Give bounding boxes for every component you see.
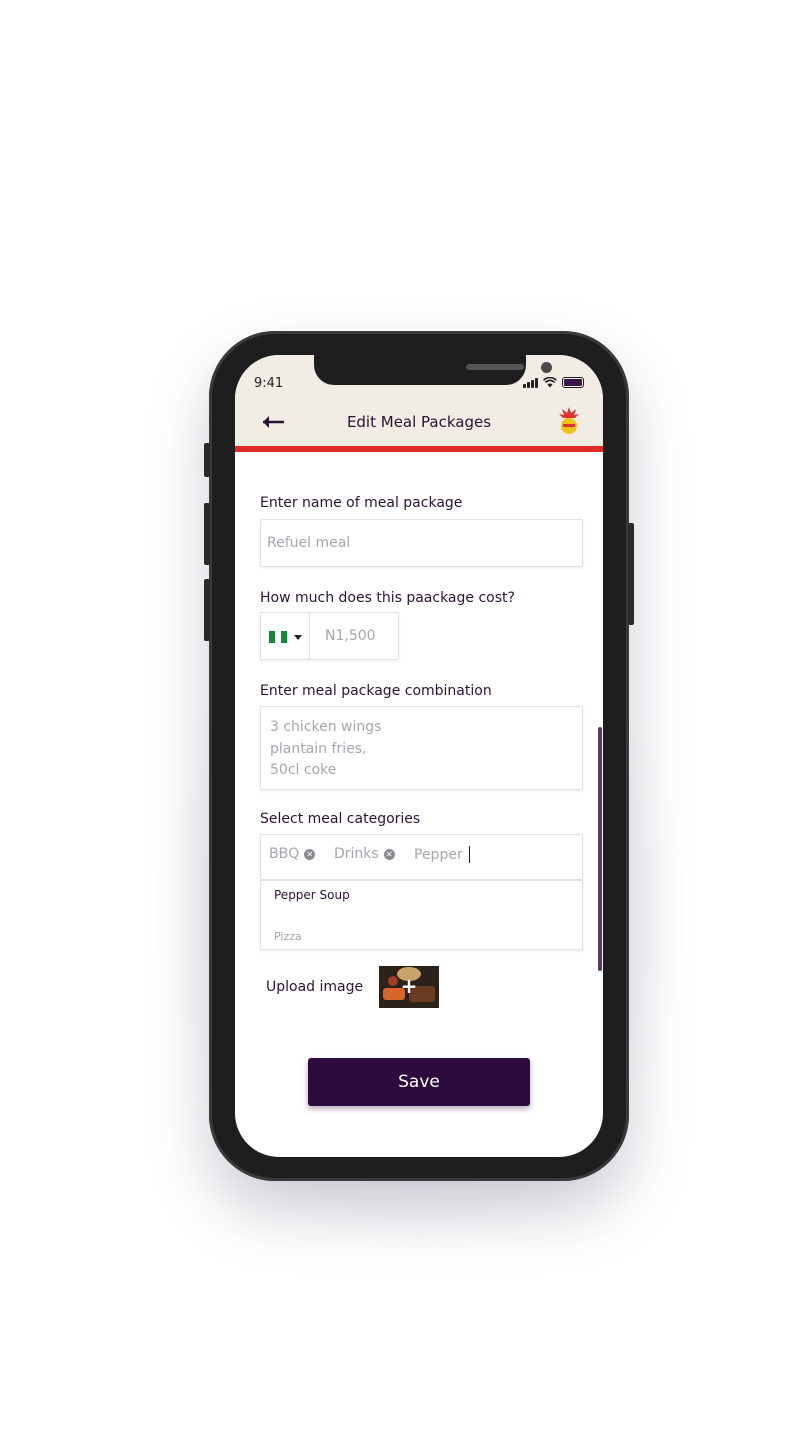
nigeria-flag-icon [269,631,287,643]
combination-line: 3 chicken wings [270,719,382,735]
status-icons [523,377,584,388]
cost-label: How much does this paackage cost? [260,590,515,606]
category-chip-drinks: Drinks ✕ [334,846,395,862]
chevron-down-icon [294,635,302,640]
upload-image-label: Upload image [266,979,364,995]
combination-textarea[interactable]: 3 chicken wings plantain fries, 50cl cok… [260,706,583,790]
speaker [466,364,524,370]
cost-placeholder: N1,500 [325,628,376,644]
add-image-icon: + [400,974,418,998]
notch [314,355,552,385]
text-cursor [468,846,470,863]
phone-screen: 9:41 Edit Meal Packages Enter name of me… [235,355,603,1157]
meal-name-input[interactable]: Refuel meal [260,519,583,567]
suggestion-pepper-soup[interactable]: Pepper Soup [274,888,350,902]
combination-label: Enter meal package combination [260,683,492,699]
remove-chip-icon[interactable]: ✕ [383,848,395,860]
battery-icon [562,377,584,388]
category-chip-bbq: BBQ ✕ [269,846,316,862]
mute-switch [204,443,210,477]
scrollbar[interactable] [598,727,602,971]
status-time: 9:41 [254,376,284,391]
volume-down-button [204,579,210,641]
cost-input[interactable]: N1,500 [309,612,399,660]
categories-label: Select meal categories [260,811,421,827]
meal-name-placeholder: Refuel meal [267,535,351,551]
currency-selector[interactable] [260,612,310,660]
meal-name-label: Enter name of meal package [260,495,463,511]
combination-line: plantain fries, [270,740,367,757]
remove-chip-icon[interactable]: ✕ [304,848,316,860]
header-divider [235,446,603,452]
combination-placeholder: 3 chicken wings plantain fries, 50cl cok… [270,717,381,782]
power-button [628,523,634,625]
camera [541,362,552,373]
wifi-icon [543,377,557,388]
combination-line: 50cl coke [270,762,337,778]
brand-logo-icon [559,407,579,434]
chip-label: Drinks [334,846,379,862]
signal-icon [523,377,538,388]
category-suggestions: Pepper Soup Pizza [260,880,583,950]
page-title: Edit Meal Packages [346,413,492,431]
suggestion-pizza[interactable]: Pizza [274,930,302,943]
typed-value: Pepper [414,846,463,863]
volume-up-button [204,503,210,565]
category-typed-text[interactable]: Pepper [414,846,470,863]
save-button[interactable]: Save [308,1058,530,1106]
upload-image-thumbnail[interactable]: + [379,966,439,1008]
chip-label: BBQ [269,846,300,862]
